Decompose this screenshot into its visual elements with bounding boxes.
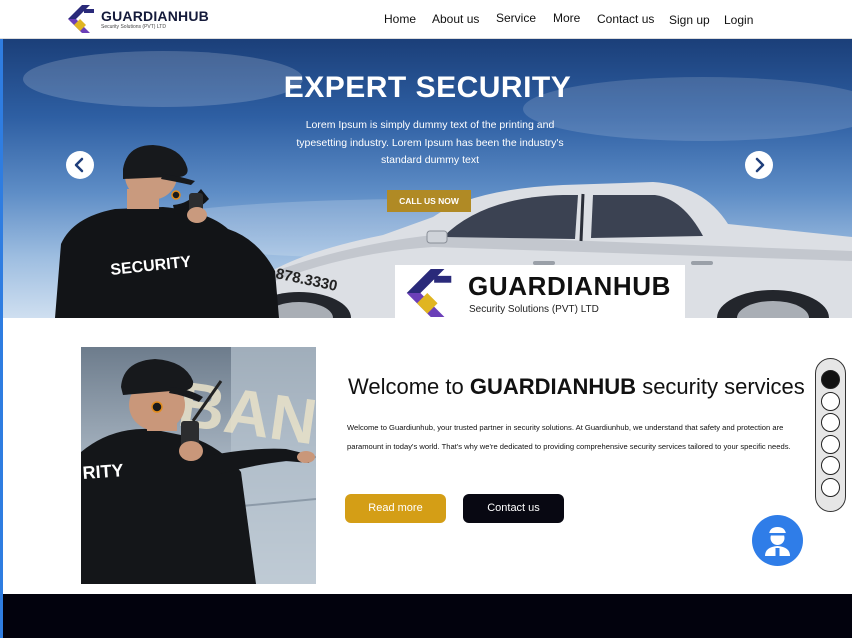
chevron-left-icon bbox=[74, 157, 84, 173]
pager-dot[interactable] bbox=[821, 456, 840, 475]
nav-contact-us[interactable]: Contact us bbox=[597, 12, 654, 26]
nav-sign-up[interactable]: Sign up bbox=[669, 13, 710, 27]
call-us-now-button[interactable]: CALL US NOW bbox=[387, 190, 471, 212]
nav-login[interactable]: Login bbox=[724, 13, 753, 27]
car-logo-plate: GUARDIANHUB Security Solutions (PVT) LTD bbox=[395, 265, 685, 318]
hero-description: Lorem Ipsum is simply dummy text of the … bbox=[296, 119, 564, 166]
carousel-next-button[interactable] bbox=[745, 151, 773, 179]
carousel-prev-button[interactable] bbox=[66, 151, 94, 179]
guard-radio-image: BAN RITY bbox=[81, 347, 316, 584]
nav-service[interactable]: Service bbox=[496, 11, 536, 25]
pager-dot[interactable] bbox=[821, 435, 840, 454]
nav-more[interactable]: More bbox=[553, 11, 580, 25]
welcome-heading-pre: Welcome to bbox=[348, 374, 470, 399]
pager-dot[interactable] bbox=[821, 413, 840, 432]
plate-brand-subtitle: Security Solutions (PVT) LTD bbox=[469, 304, 599, 315]
read-more-button[interactable]: Read more bbox=[345, 494, 446, 523]
guardianhub-logo-icon[interactable] bbox=[68, 5, 94, 33]
brand-name[interactable]: GUARDIANHUB bbox=[101, 8, 209, 24]
nav-about-us[interactable]: About us bbox=[432, 12, 479, 26]
nav-home[interactable]: Home bbox=[384, 12, 416, 26]
footer-band bbox=[3, 594, 852, 638]
hero-carousel: 878.3330 SECURITY EXPERT SECURITY Lorem … bbox=[3, 39, 852, 318]
slide-pager bbox=[815, 358, 846, 512]
contact-us-button[interactable]: Contact us bbox=[463, 494, 564, 523]
hero-title: EXPERT SECURITY bbox=[283, 71, 572, 104]
welcome-heading: Welcome to GUARDIANHUB security services bbox=[348, 374, 805, 400]
chevron-right-icon bbox=[755, 157, 765, 173]
pager-dot[interactable] bbox=[821, 370, 840, 389]
assistant-chat-button[interactable] bbox=[752, 515, 803, 566]
welcome-heading-post: security services bbox=[636, 374, 805, 399]
top-navbar: GUARDIANHUB Security Solutions (PVT) LTD… bbox=[0, 0, 852, 39]
brand-subtitle: Security Solutions (PVT) LTD bbox=[101, 24, 166, 30]
guard-photo: BAN RITY bbox=[81, 347, 316, 584]
welcome-description: Welcome to Guardiunhub, your trusted par… bbox=[347, 423, 791, 451]
guardianhub-logo-large-icon bbox=[406, 269, 452, 317]
pager-dot[interactable] bbox=[821, 478, 840, 497]
welcome-heading-brand: GUARDIANHUB bbox=[469, 374, 637, 399]
pager-dot[interactable] bbox=[821, 392, 840, 411]
photo-jacket-text: RITY bbox=[82, 460, 124, 483]
security-guard-avatar-icon bbox=[765, 527, 790, 556]
plate-brand-name: GUARDIANHUB bbox=[468, 271, 672, 301]
